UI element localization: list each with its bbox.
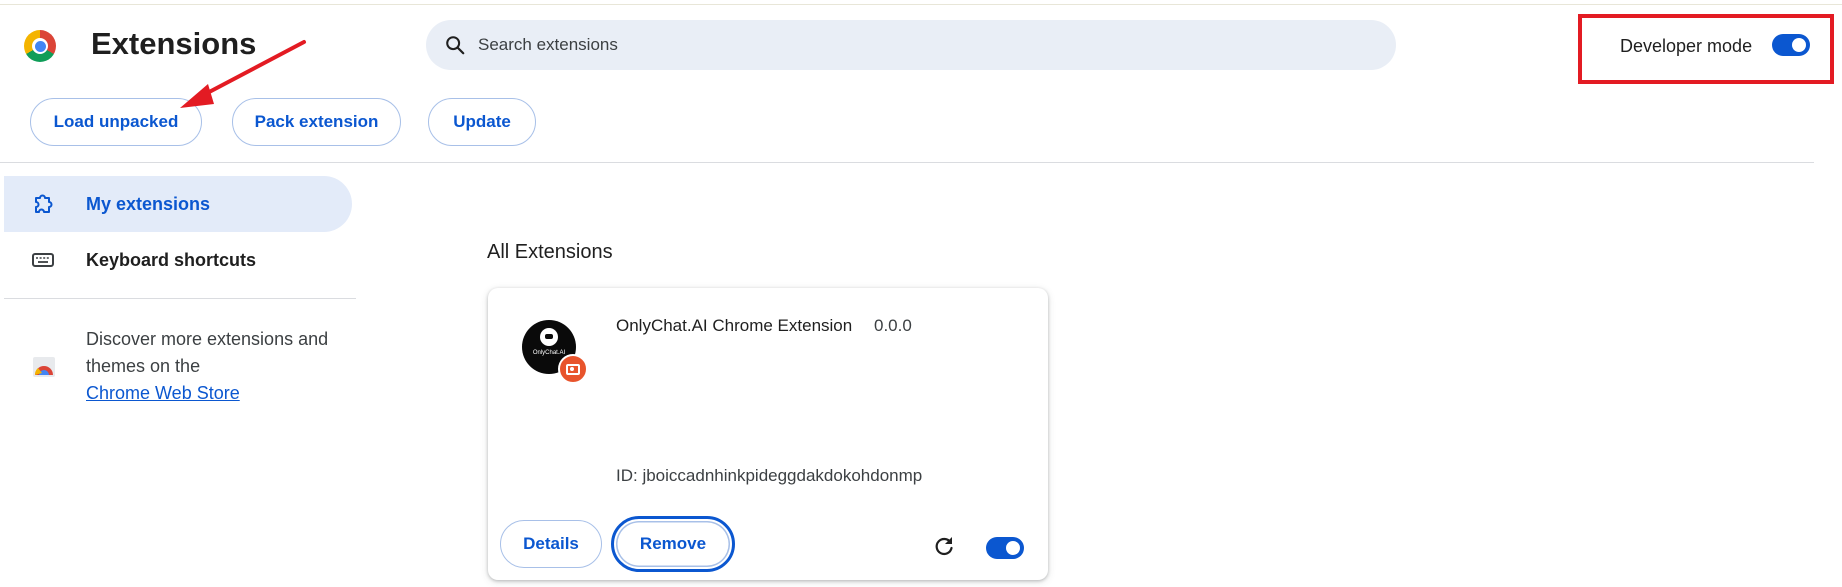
keyboard-icon	[30, 247, 56, 273]
search-input[interactable]	[478, 35, 1358, 55]
robot-icon	[540, 328, 558, 346]
extension-version: 0.0.0	[874, 316, 912, 335]
update-button[interactable]: Update	[428, 98, 536, 146]
chrome-web-store-icon	[33, 357, 55, 377]
annotation-arrow-icon	[180, 40, 306, 108]
reload-icon[interactable]	[932, 534, 956, 558]
chrome-web-store-link[interactable]: Chrome Web Store	[86, 383, 240, 403]
discover-description: Discover more extensions and themes on t…	[86, 329, 329, 376]
developer-mode-toggle[interactable]	[1772, 34, 1810, 56]
remove-button[interactable]: Remove	[611, 516, 735, 572]
extension-card: OnlyChat.AI OnlyChat.AI Chrome Extension…	[488, 288, 1048, 580]
section-title: All Extensions	[487, 241, 613, 263]
discover-text: Discover more extensions and themes on t…	[86, 326, 336, 407]
puzzle-icon	[30, 191, 56, 217]
details-button[interactable]: Details	[500, 520, 602, 568]
header-divider	[0, 162, 1814, 163]
extension-name: OnlyChat.AI Chrome Extension	[616, 316, 853, 335]
search-bar[interactable]	[426, 20, 1396, 70]
sidebar-item-label: My extensions	[86, 193, 211, 214]
sidebar-item-keyboard-shortcuts[interactable]: Keyboard shortcuts	[4, 232, 352, 288]
extension-enable-toggle[interactable]	[986, 537, 1024, 559]
extension-id: ID: jboiccadnhinkpideggdakdokohdonmp	[616, 466, 923, 485]
chrome-logo-icon	[24, 30, 56, 62]
sidebar-item-my-extensions[interactable]: My extensions	[4, 176, 352, 232]
sidebar-divider	[4, 298, 356, 299]
top-border-line	[0, 4, 1842, 5]
search-icon	[446, 36, 465, 55]
unpacked-badge-icon	[558, 354, 588, 384]
sidebar-item-label: Keyboard shortcuts	[86, 249, 257, 270]
developer-mode-label: Developer mode	[1620, 36, 1753, 56]
